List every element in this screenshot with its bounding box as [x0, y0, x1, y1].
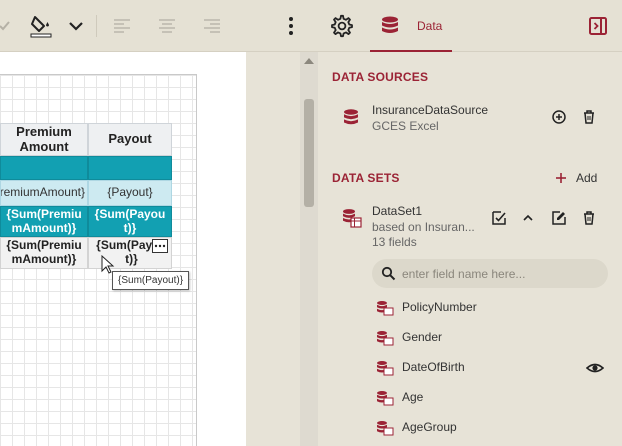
cell-tooltip: {Sum(Payout)} [112, 271, 190, 290]
field-label: Gender [402, 330, 443, 344]
data-set-field-count: 13 fields [372, 235, 417, 249]
field-label: DateOfBirth [402, 360, 465, 374]
edit-query-icon[interactable] [490, 209, 508, 227]
field-icon [376, 360, 394, 376]
data-set-icon [342, 208, 362, 228]
plus-icon[interactable] [554, 171, 568, 185]
field-icon [376, 390, 394, 406]
trash-icon[interactable] [581, 109, 597, 125]
data-sets-title: DATA SETS [332, 171, 400, 185]
detail-cell-payout[interactable]: {Payout} [88, 180, 172, 206]
group-band-cell[interactable] [88, 156, 172, 180]
align-left-icon[interactable] [112, 17, 132, 35]
sum-cell-premium[interactable]: {Sum(PremiumAmount)} [0, 206, 88, 237]
data-source-name[interactable]: InsuranceDataSource [372, 103, 488, 117]
field-item[interactable]: Gender [376, 326, 606, 350]
toolbar: Data [0, 0, 622, 52]
tab-data[interactable]: Data [370, 0, 452, 52]
sum-cell-payout[interactable]: {Sum(Payout)} [88, 206, 172, 237]
more-vertical-icon[interactable] [284, 15, 298, 37]
field-item[interactable]: DateOfBirth [376, 356, 606, 380]
scrollbar-thumb[interactable] [304, 99, 314, 207]
search-input[interactable] [402, 265, 598, 282]
header-cell-payout[interactable]: Payout [88, 123, 172, 156]
add-circle-icon[interactable] [551, 109, 567, 125]
chevron-down-icon[interactable] [68, 20, 84, 32]
field-search [372, 259, 608, 288]
edit-icon[interactable] [551, 210, 567, 226]
detail-cell-premium[interactable]: {PremiumAmount} [0, 180, 88, 206]
tab-data-label: Data [417, 19, 443, 33]
field-item[interactable]: AgeGroup [376, 416, 606, 440]
data-panel: DATA SOURCES InsuranceDataSource GCES Ex… [318, 52, 622, 446]
surface-splitter [246, 52, 300, 446]
data-source-type: GCES Excel [372, 119, 439, 133]
gear-icon[interactable] [330, 14, 354, 38]
data-sources-title: DATA SOURCES [332, 70, 429, 84]
field-icon [376, 420, 394, 436]
data-set-name[interactable]: DataSet1 [372, 204, 422, 218]
scroll-up-icon[interactable] [304, 58, 314, 64]
fill-color-icon[interactable] [30, 14, 52, 38]
eye-icon[interactable] [586, 360, 604, 376]
group-band-cell[interactable] [0, 156, 88, 180]
database-icon [342, 108, 360, 128]
cell-options-button[interactable] [152, 239, 168, 253]
header-cell-premium[interactable]: Premium Amount [0, 123, 88, 156]
search-icon [381, 266, 396, 281]
database-icon [379, 15, 401, 37]
chevron-up-icon[interactable] [521, 211, 535, 225]
align-center-icon[interactable] [157, 17, 177, 35]
field-label: Age [402, 390, 424, 404]
field-label: PolicyNumber [402, 300, 477, 314]
toolbar-divider [96, 15, 97, 37]
trash-icon[interactable] [581, 210, 597, 226]
field-item[interactable]: PolicyNumber [376, 296, 606, 320]
check-icon[interactable] [0, 18, 10, 34]
field-label: AgeGroup [402, 420, 457, 434]
align-right-icon[interactable] [202, 17, 222, 35]
panel-scrollbar[interactable] [300, 52, 318, 446]
field-icon [376, 330, 394, 346]
sum-cell-premium[interactable]: {Sum(PremiumAmount)} [0, 237, 88, 269]
panel-toggle-icon[interactable] [588, 16, 608, 36]
add-data-set-button[interactable]: Add [576, 171, 597, 185]
field-item[interactable]: Age [376, 386, 606, 410]
field-icon [376, 300, 394, 316]
data-set-source: based on Insuran... [372, 220, 475, 234]
